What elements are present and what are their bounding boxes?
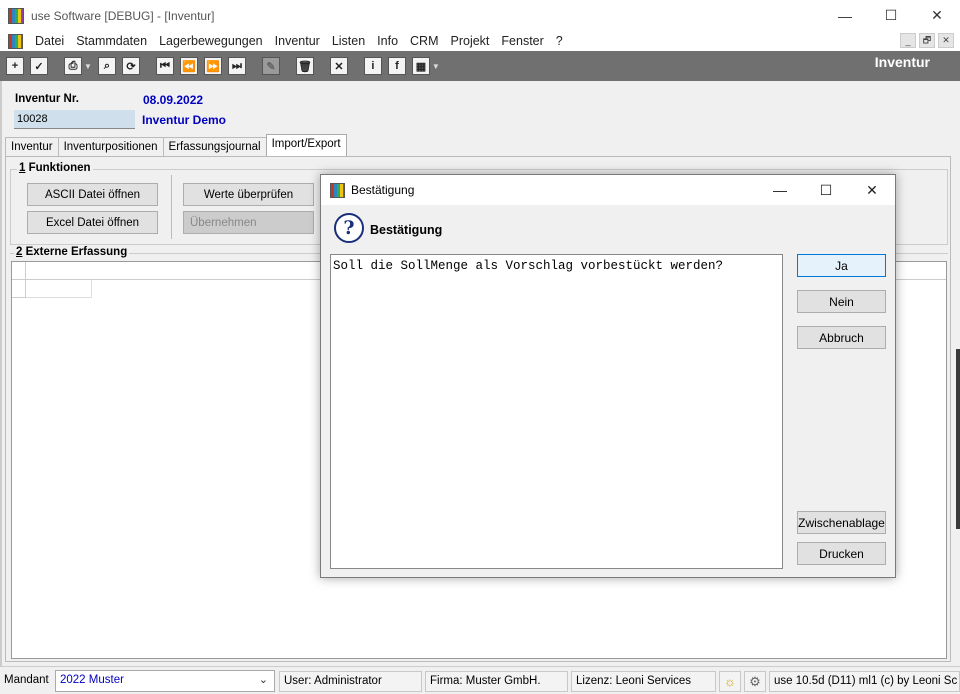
abort-button[interactable]: Abbruch	[797, 326, 886, 349]
print-button[interactable]: Drucken	[797, 542, 886, 565]
excel-open-button[interactable]: Excel Datei öffnen	[27, 211, 158, 234]
yes-button[interactable]: Ja	[797, 254, 886, 277]
chevron-down-icon: ⌄	[258, 674, 268, 686]
minimize-icon[interactable]: —	[822, 0, 868, 31]
previous-record-icon[interactable]: ⏪	[179, 57, 198, 75]
refresh-icon[interactable]: ⟳	[121, 57, 140, 75]
group-separator	[171, 175, 172, 239]
no-button[interactable]: Nein	[797, 290, 886, 313]
menu-projekt[interactable]: Projekt	[445, 34, 496, 48]
window-title: use Software [DEBUG] - [Inventur]	[31, 8, 215, 23]
externe-title: 2 Externe Erfassung	[14, 246, 130, 258]
window-titlebar: use Software [DEBUG] - [Inventur] — ☐ ✕	[0, 0, 960, 31]
close-icon[interactable]: ✕	[914, 0, 960, 31]
apply-button[interactable]: Übernehmen	[183, 211, 314, 234]
menu-crm[interactable]: CRM	[404, 34, 444, 48]
menu-info[interactable]: Info	[371, 34, 404, 48]
menu-help[interactable]: ?	[550, 34, 569, 48]
inventur-name: Inventur Demo	[142, 113, 227, 127]
tab-import-export[interactable]: Import/Export	[265, 134, 347, 156]
info-icon[interactable]: i	[363, 57, 382, 75]
app-icon	[8, 7, 24, 24]
edit-icon[interactable]: ✎	[261, 57, 280, 75]
mdi-restore-icon[interactable]: 🗗	[919, 33, 935, 48]
sun-icon[interactable]: ☼	[719, 671, 741, 692]
menu-fenster[interactable]: Fenster	[495, 34, 549, 48]
dialog-app-icon	[330, 182, 345, 198]
grid-icon[interactable]: ▦	[411, 57, 430, 75]
mandant-select[interactable]: 2022 Muster ⌄	[55, 670, 275, 692]
message-text: Soll die SollMenge als Vorschlag vorbest…	[330, 254, 783, 569]
dialog-close-icon[interactable]: ✕	[849, 175, 895, 205]
next-record-icon[interactable]: ⏩	[203, 57, 222, 75]
add-icon[interactable]: +	[6, 57, 24, 75]
version-status: use 10.5d (D11) ml1 (c) by Leoni Sc	[769, 671, 960, 692]
confirm-icon[interactable]: ✓	[30, 57, 48, 75]
dialog-heading: Bestätigung	[370, 223, 443, 237]
dialog-title: Bestätigung	[351, 183, 415, 197]
statusbar: Mandant 2022 Muster ⌄ User: Administrato…	[0, 666, 960, 694]
mandant-label: Mandant	[4, 674, 49, 686]
grid-cell[interactable]	[26, 280, 92, 298]
delete-icon[interactable]: 🗑	[295, 57, 314, 75]
dialog-maximize-icon[interactable]: ☐	[803, 175, 849, 205]
inventur-date: 08.09.2022	[143, 93, 204, 107]
database-icon[interactable]: ⚙	[744, 671, 766, 692]
check-values-button[interactable]: Werte überprüfen	[183, 183, 314, 206]
last-record-icon[interactable]: ⏭	[227, 57, 246, 75]
ascii-open-button[interactable]: ASCII Datei öffnen	[27, 183, 158, 206]
first-record-icon[interactable]: ⏮	[155, 57, 174, 75]
menu-listen[interactable]: Listen	[326, 34, 371, 48]
print-dropdown-icon[interactable]: ▼	[84, 62, 92, 71]
grid-dropdown-icon[interactable]: ▼	[432, 62, 440, 71]
module-title: Inventur	[874, 54, 930, 70]
toolbar: + ✓ ⎙ ▼ ⌕ ⟳ ⏮ ⏪ ⏩ ⏭ ✎ 🗑 ✕ i f ▦ ▼ Invent…	[0, 51, 960, 81]
facebook-icon[interactable]: f	[387, 57, 406, 75]
firma-status: Firma: Muster GmbH.	[425, 671, 568, 692]
mdi-app-icon[interactable]	[8, 33, 23, 49]
menu-stammdaten[interactable]: Stammdaten	[70, 34, 153, 48]
menu-lagerbewegungen[interactable]: Lagerbewegungen	[153, 34, 269, 48]
print-icon[interactable]: ⎙	[64, 57, 82, 75]
mdi-minimize-icon[interactable]: _	[900, 33, 916, 48]
tab-inventurpositionen[interactable]: Inventurpositionen	[57, 137, 164, 156]
inventur-nr-input[interactable]	[14, 110, 135, 129]
mdi-close-icon[interactable]: ✕	[938, 33, 954, 48]
user-status: User: Administrator	[279, 671, 422, 692]
tab-strip: Inventur Inventurpositionen Erfassungsjo…	[5, 134, 347, 156]
tab-erfassungsjournal[interactable]: Erfassungsjournal	[162, 137, 267, 156]
clipboard-button[interactable]: Zwischenablage	[797, 511, 886, 534]
cancel-icon[interactable]: ✕	[329, 57, 348, 75]
search-icon[interactable]: ⌕	[97, 57, 116, 75]
menubar: Datei Stammdaten Lagerbewegungen Inventu…	[0, 31, 960, 51]
dialog-minimize-icon[interactable]: —	[757, 175, 803, 205]
question-icon: ?	[334, 213, 364, 243]
grid-row-line	[12, 280, 26, 298]
dialog-titlebar: Bestätigung — ☐ ✕	[321, 175, 895, 205]
menu-datei[interactable]: Datei	[29, 34, 70, 48]
menu-inventur[interactable]: Inventur	[269, 34, 326, 48]
lizenz-status: Lizenz: Leoni Services	[571, 671, 716, 692]
mandant-value: 2022 Muster	[60, 674, 124, 686]
confirm-dialog: Bestätigung — ☐ ✕ ? Bestätigung Soll die…	[320, 174, 896, 578]
tab-inventur[interactable]: Inventur	[5, 137, 59, 156]
maximize-icon[interactable]: ☐	[868, 0, 914, 31]
side-scroll-handle[interactable]	[956, 349, 960, 529]
funktionen-title: 1 Funktionen	[17, 162, 93, 174]
inventur-nr-label: Inventur Nr.	[15, 93, 79, 105]
